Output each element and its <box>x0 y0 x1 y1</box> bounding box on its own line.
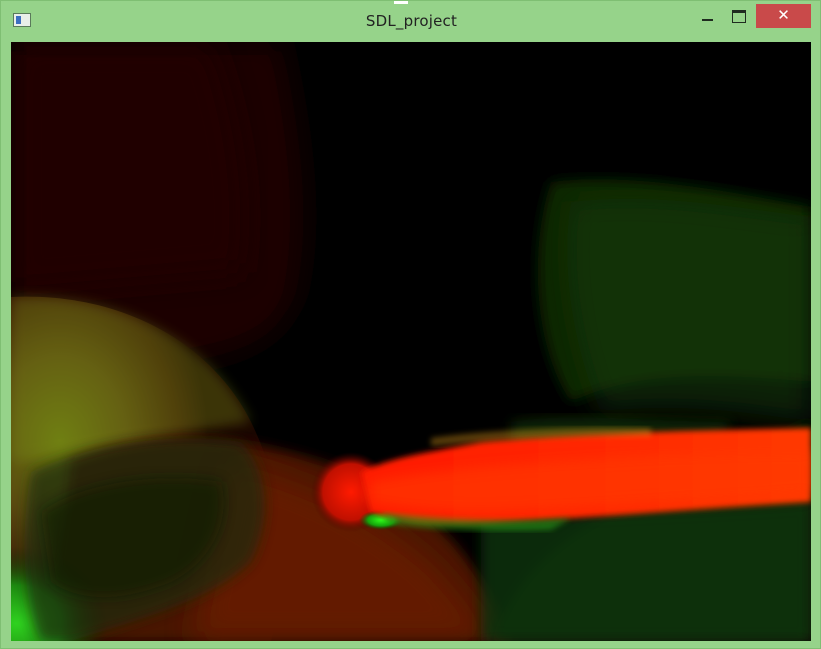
app-window: SDL_project ✕ <box>0 0 821 649</box>
close-icon: ✕ <box>777 6 790 24</box>
title-bar[interactable]: SDL_project ✕ <box>1 1 821 41</box>
render-surface <box>11 42 811 641</box>
minimize-button[interactable] <box>695 4 721 28</box>
close-button[interactable]: ✕ <box>756 4 811 28</box>
maximize-button[interactable] <box>726 4 752 28</box>
render-canvas[interactable] <box>11 42 811 641</box>
